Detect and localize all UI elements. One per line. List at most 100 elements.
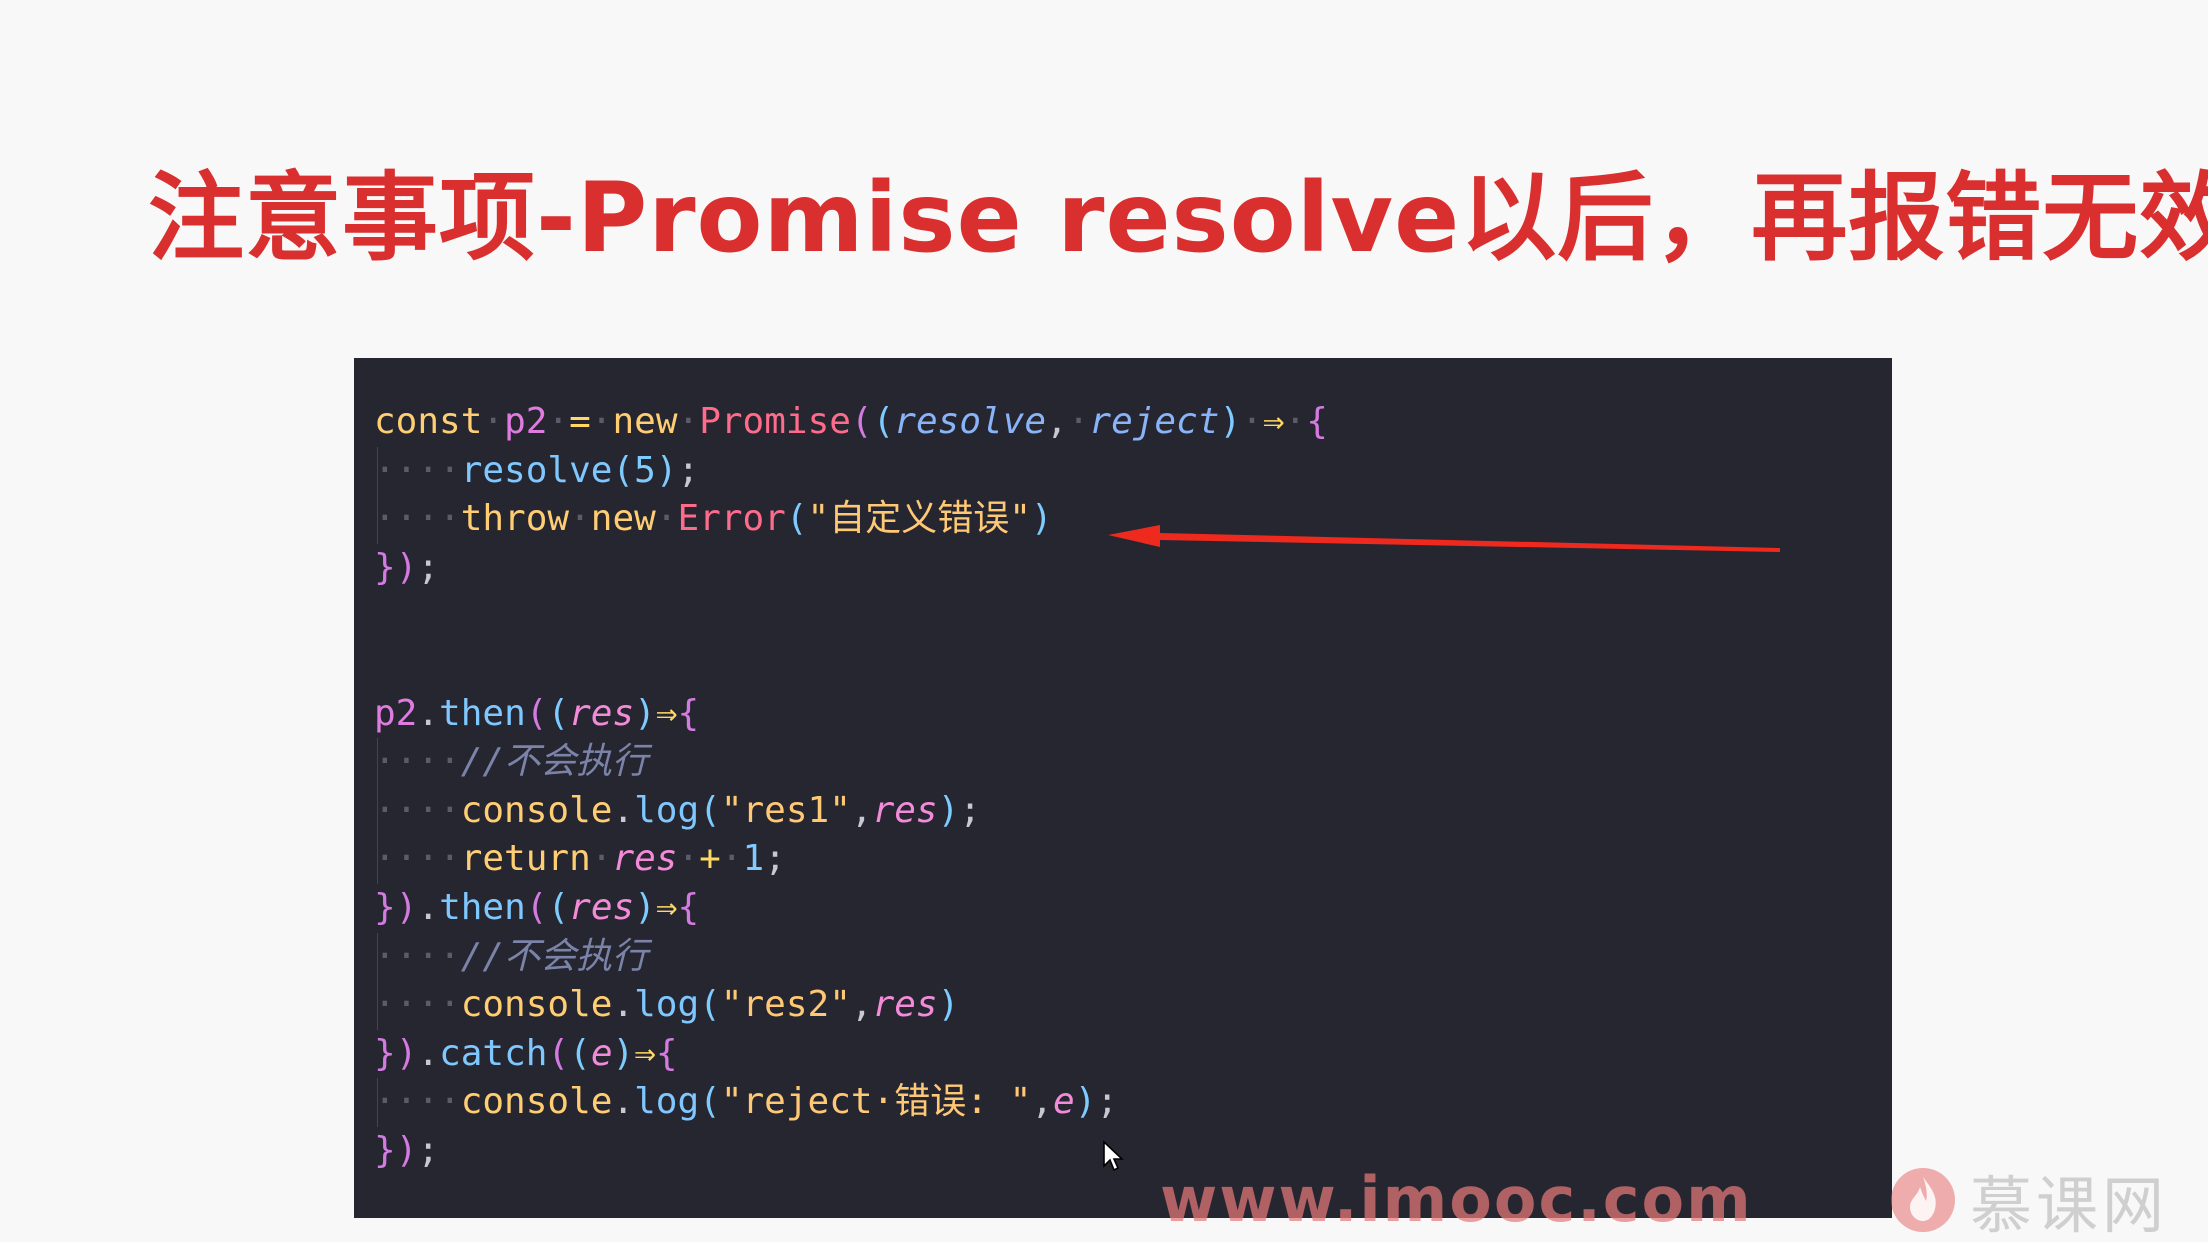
code-token: · — [677, 838, 700, 880]
code-token: ( — [612, 449, 635, 491]
code-token: { — [677, 692, 700, 734]
code-token: res — [872, 789, 938, 831]
code-token: ( — [850, 401, 873, 442]
code-token: res — [612, 838, 678, 880]
watermark-url: www.imooc.com — [1160, 1163, 1753, 1236]
code-token: res — [569, 692, 635, 734]
code-block: const·p2·=·new·Promise((resolve,·reject)… — [354, 358, 1892, 1218]
code-line: ····throw·new·Error("自定义错误") — [374, 495, 1892, 544]
code-token: e — [1052, 1081, 1075, 1123]
code-token: ) — [395, 546, 418, 588]
brand-text: 慕课网 — [1970, 1169, 2169, 1242]
code-token: ···· — [374, 1081, 461, 1123]
indent-guide — [377, 981, 378, 1030]
code-token: ( — [525, 886, 548, 928]
indent-guide — [377, 786, 378, 836]
code-token: then — [439, 692, 526, 734]
code-token: 1 — [742, 838, 765, 880]
code-token: . — [417, 692, 440, 734]
code-token: resolve — [460, 449, 613, 491]
code-token: . — [417, 886, 440, 928]
code-token: { — [655, 1032, 678, 1074]
code-token: ···· — [374, 449, 461, 491]
code-token: · — [590, 401, 613, 442]
code-token: · — [1284, 401, 1307, 442]
code-token: ( — [699, 789, 721, 831]
code-token: ) — [395, 1129, 418, 1171]
code-line: ​ — [374, 592, 1892, 641]
code-token: · — [655, 498, 678, 540]
code-token: , — [1031, 1081, 1053, 1123]
code-token: log — [634, 1081, 700, 1123]
code-token: log — [634, 984, 700, 1026]
code-token: console — [460, 984, 613, 1026]
code-token: ) — [937, 984, 960, 1026]
code-token: · — [547, 401, 570, 442]
code-token: reject — [1089, 401, 1220, 442]
code-token: . — [417, 1032, 440, 1074]
code-line: }); — [374, 544, 1892, 593]
code-token: · — [720, 838, 743, 880]
code-token: · — [677, 401, 700, 442]
code-token: Error — [677, 498, 786, 540]
code-token: "reject·错误: " — [720, 1081, 1032, 1123]
code-token: p2 — [504, 401, 548, 442]
code-token: ( — [699, 1081, 721, 1123]
code-token: new — [612, 401, 678, 442]
code-token: ( — [785, 498, 808, 540]
code-line: const·p2·=·new·Promise((resolve,·reject)… — [374, 398, 1892, 447]
code-token: res — [872, 984, 938, 1026]
code-token: new — [590, 498, 656, 540]
code-token: log — [634, 789, 700, 831]
code-token: . — [612, 789, 635, 831]
code-token: ; — [417, 546, 440, 588]
code-token: ) — [395, 886, 418, 928]
code-token: ⇒ — [1262, 401, 1285, 442]
code-token: , — [850, 789, 873, 831]
code-token: { — [677, 886, 700, 928]
code-token: ) — [1219, 401, 1242, 442]
code-token: ( — [547, 1032, 570, 1074]
code-line: p2.then((res)⇒{ — [374, 690, 1892, 739]
code-token: resolve — [894, 401, 1047, 442]
code-token: ( — [525, 692, 548, 734]
code-token: ( — [699, 984, 721, 1026]
code-token: 5 — [634, 449, 656, 491]
code-token: //不会执行 — [460, 935, 649, 977]
indent-guide — [377, 446, 378, 496]
code-token: ···· — [374, 789, 461, 831]
code-token: ; — [764, 838, 786, 880]
code-line: ····//不会执行 — [374, 738, 1892, 787]
code-token: p2 — [374, 692, 418, 734]
code-token: ( — [872, 401, 895, 442]
code-token: "res2" — [720, 984, 851, 1026]
code-token: //不会执行 — [460, 741, 649, 783]
code-token: } — [374, 1129, 396, 1171]
code-token: ; — [1096, 1081, 1118, 1123]
code-token: console — [460, 1081, 613, 1123]
code-token: ···· — [374, 741, 461, 783]
code-token: . — [612, 984, 635, 1026]
code-token: · — [1241, 401, 1263, 442]
code-token: ···· — [374, 498, 461, 540]
code-token: } — [374, 1032, 396, 1074]
code-token: ; — [959, 789, 981, 831]
code-line: }).then((res)⇒{ — [374, 884, 1892, 933]
code-line: }).catch((e)⇒{ — [374, 1030, 1892, 1079]
code-token: "res1" — [720, 789, 851, 831]
code-line: ····console.log("reject·错误: ",e); — [374, 1078, 1892, 1127]
code-token: ) — [634, 886, 656, 928]
code-token: then — [439, 886, 526, 928]
code-token: "自定义错误" — [807, 498, 1031, 540]
code-token: throw — [460, 498, 570, 540]
code-line: ​ — [374, 641, 1892, 690]
code-line: ····console.log("res2",res) — [374, 981, 1892, 1030]
code-token: ( — [547, 886, 570, 928]
code-line: ····resolve(5); — [374, 446, 1892, 496]
code-line: ····console.log("res1",res); — [374, 786, 1892, 836]
code-token: } — [374, 886, 396, 928]
code-token: ⇒ — [655, 692, 678, 734]
code-token: res — [569, 886, 635, 928]
code-token: , — [1046, 401, 1068, 442]
code-token: const — [374, 401, 483, 442]
